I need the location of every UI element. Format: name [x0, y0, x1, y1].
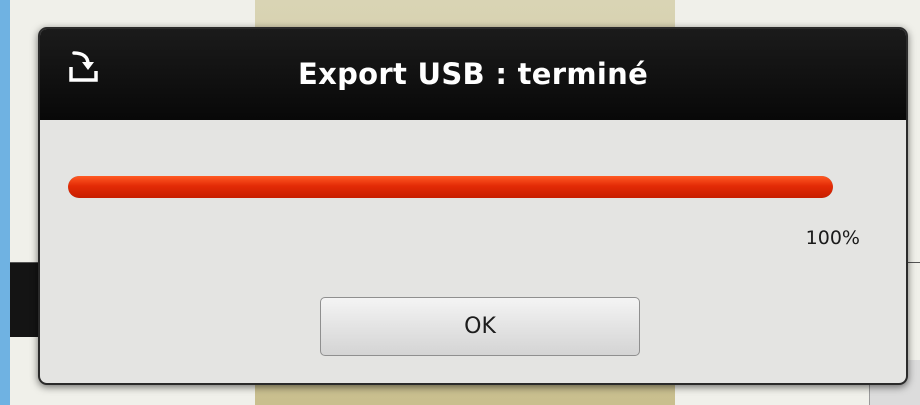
progress-percent-label: 100%: [805, 227, 860, 249]
export-complete-dialog: Export USB : terminé 100% OK: [38, 27, 908, 385]
progress-bar: [68, 176, 833, 198]
dialog-titlebar: Export USB : terminé: [40, 29, 906, 120]
progress-fill: [68, 176, 833, 198]
ok-button[interactable]: OK: [320, 297, 640, 356]
dialog-title: Export USB : terminé: [297, 57, 649, 91]
